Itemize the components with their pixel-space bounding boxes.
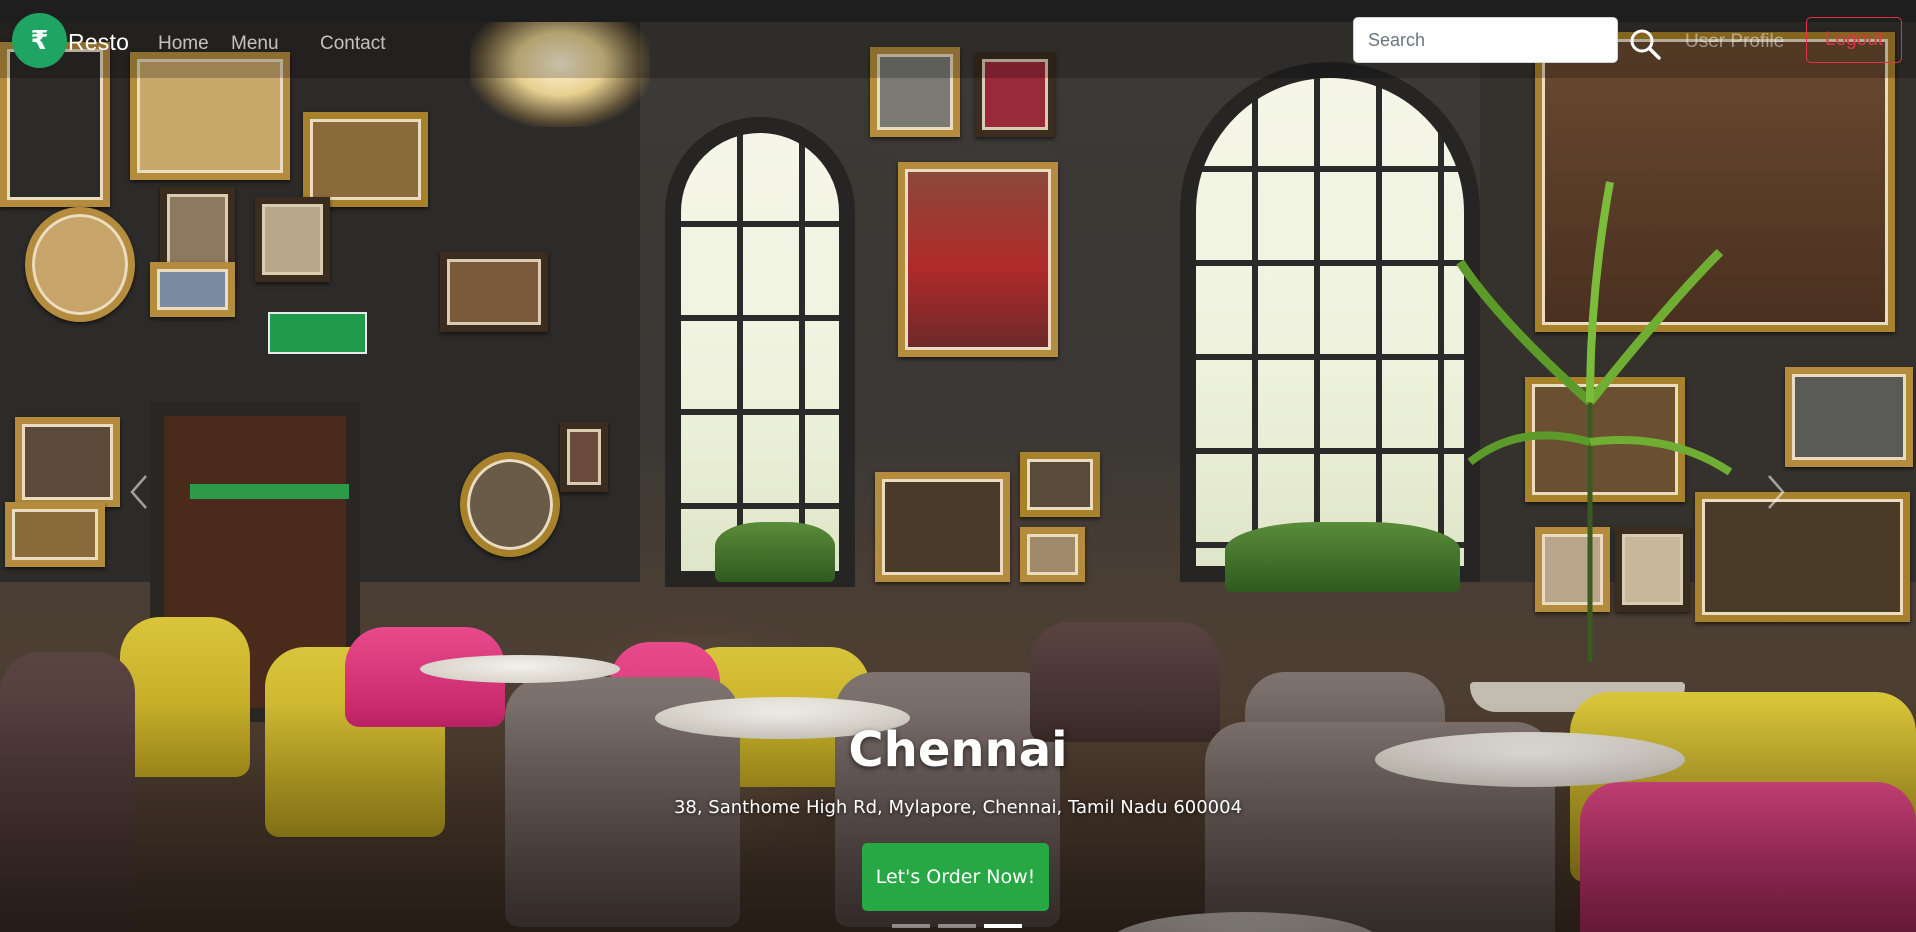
carousel-indicator[interactable]	[984, 924, 1022, 928]
palm-plant	[1456, 181, 1733, 662]
wall-frame	[1020, 527, 1085, 582]
navbar: ₹ Resto Home Menu Contact User Profile L…	[0, 13, 1916, 78]
nav-link-menu[interactable]: Menu	[231, 33, 279, 55]
round-table	[420, 655, 620, 683]
rupee-logo-icon: ₹	[30, 25, 49, 56]
carousel-indicator[interactable]	[938, 924, 976, 928]
chevron-right-icon[interactable]	[1755, 470, 1795, 514]
emergency-arrow-sign	[268, 312, 367, 354]
search-input[interactable]	[1353, 17, 1618, 63]
wall-frame	[303, 112, 428, 207]
nav-link-contact[interactable]: Contact	[320, 33, 385, 55]
round-wall-frame	[460, 452, 560, 557]
window-plants	[715, 522, 835, 582]
search-icon[interactable]	[1628, 27, 1662, 61]
hero-address: 38, Santhome High Rd, Mylapore, Chennai,…	[673, 797, 1243, 818]
wall-frame	[1020, 452, 1100, 517]
user-profile-link[interactable]: User Profile	[1685, 31, 1784, 53]
brand-logo[interactable]: ₹	[12, 13, 67, 68]
hero-city-title: Chennai	[848, 722, 1068, 778]
portrait-frame	[898, 162, 1058, 357]
brand-name[interactable]: Resto	[68, 29, 129, 56]
wall-frame	[15, 417, 120, 507]
arched-window-right	[1180, 62, 1480, 582]
round-wall-frame	[25, 207, 135, 322]
chevron-left-icon[interactable]	[120, 470, 160, 514]
wall-frame	[875, 472, 1010, 582]
nav-link-home[interactable]: Home	[158, 33, 209, 55]
logout-button[interactable]: Logout	[1806, 17, 1902, 63]
wall-frame	[150, 262, 235, 317]
arched-window-left	[665, 117, 855, 587]
window-top-strip	[0, 0, 1916, 22]
carousel-indicators	[892, 924, 1022, 928]
wall-frame	[255, 197, 330, 282]
window-plants	[1225, 522, 1460, 592]
exit-sign	[190, 484, 349, 499]
hero-background-image	[0, 22, 1916, 932]
wall-frame	[1785, 367, 1913, 467]
wall-frame	[440, 252, 548, 332]
order-now-button[interactable]: Let's Order Now!	[862, 843, 1049, 911]
wall-frame	[560, 422, 608, 492]
carousel-indicator[interactable]	[892, 924, 930, 928]
wall-frame	[5, 502, 105, 567]
